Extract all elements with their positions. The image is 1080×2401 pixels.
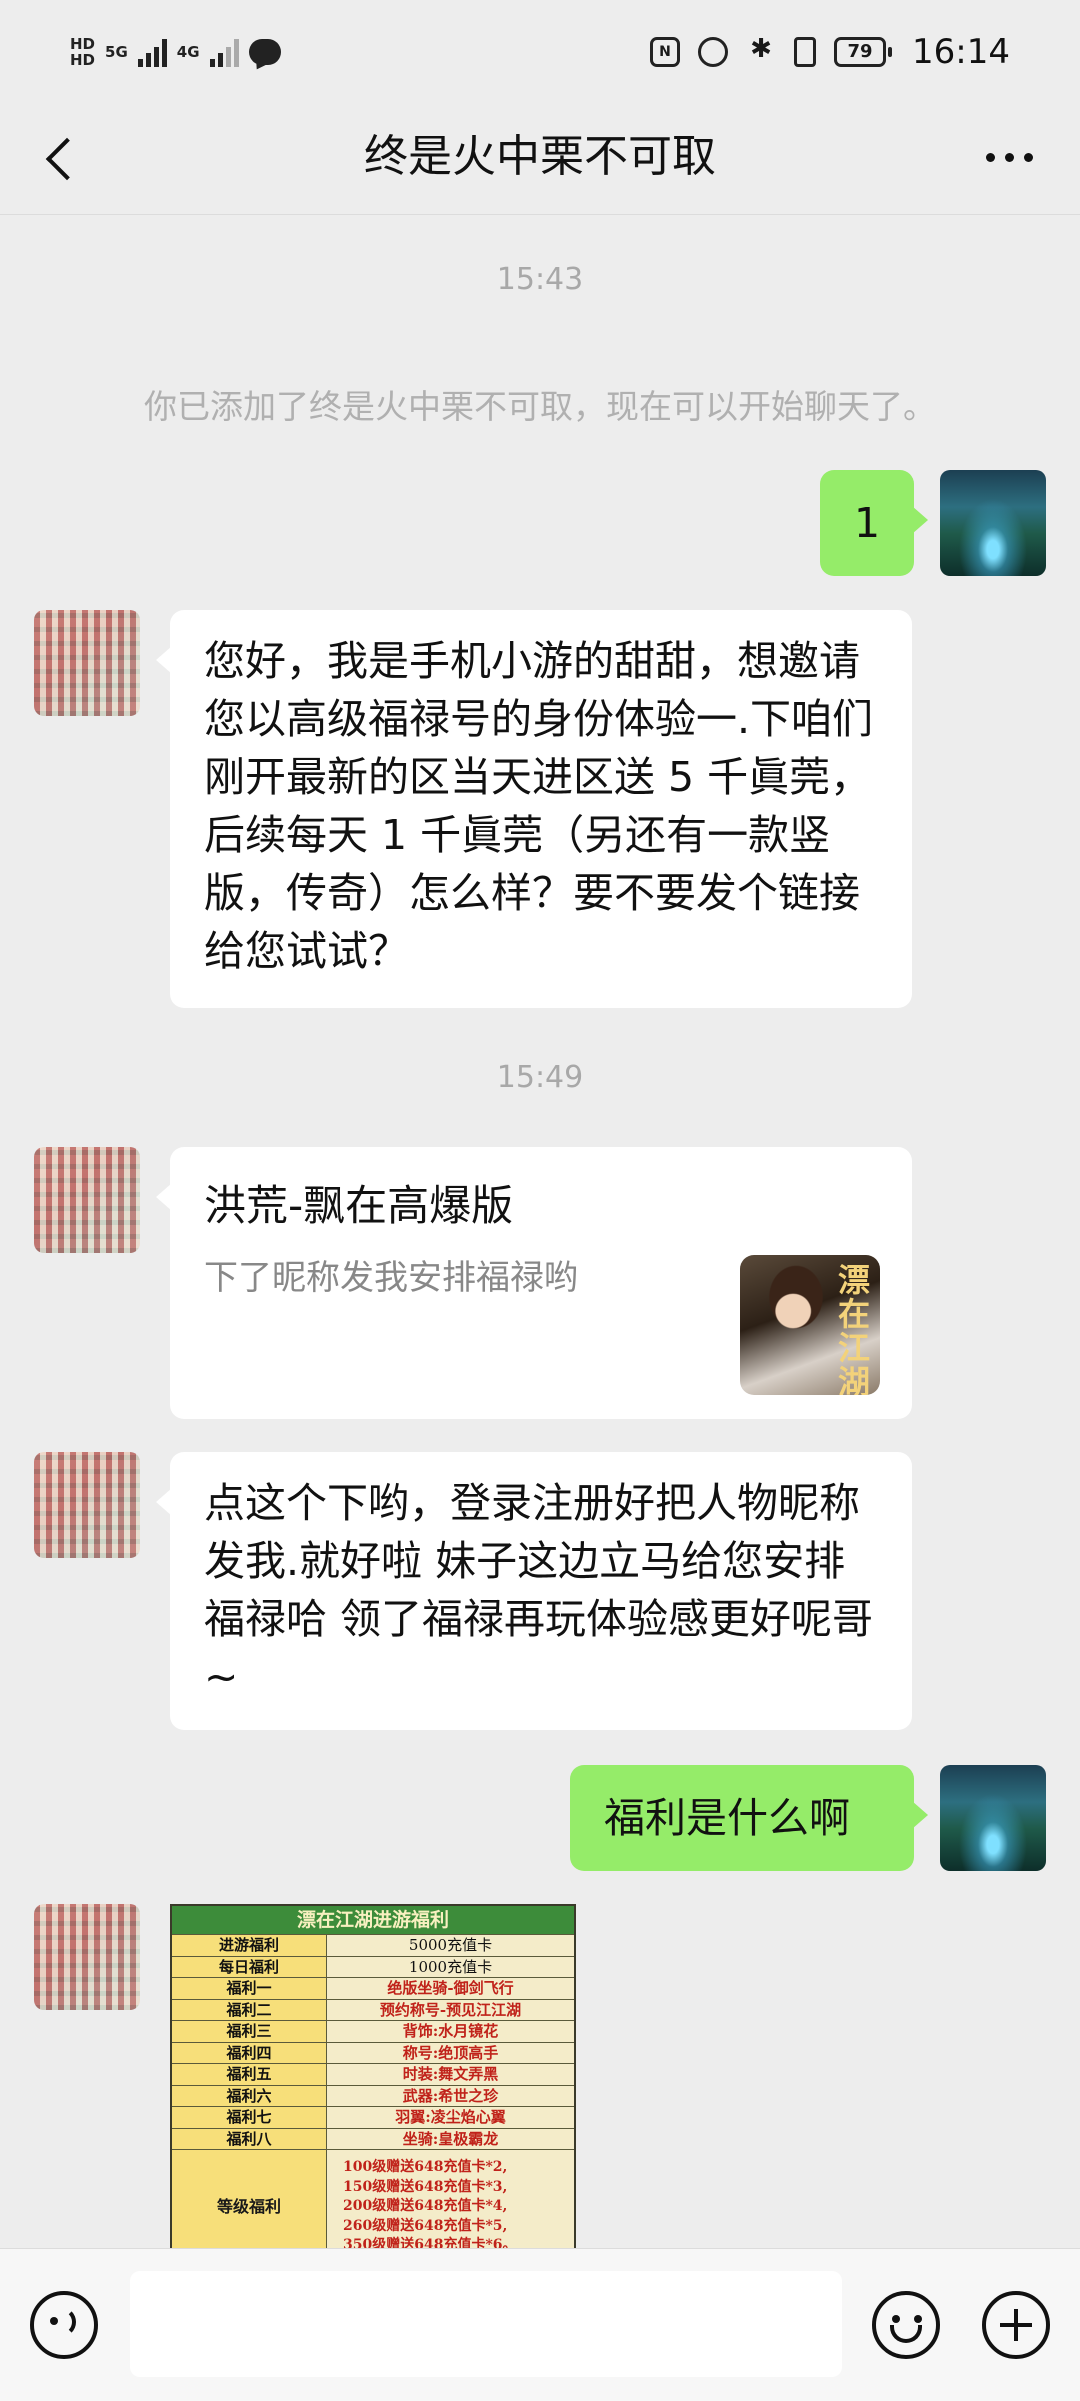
table-row: 福利二 预约称号-预见江江湖 xyxy=(172,1998,574,2020)
network-5g-label: 5G xyxy=(105,43,128,61)
my-avatar[interactable] xyxy=(940,470,1046,576)
vibrate-icon xyxy=(794,37,817,67)
signal-icon-2 xyxy=(209,37,239,67)
emoji-icon[interactable] xyxy=(872,2291,940,2359)
message-bubble-received[interactable]: 点这个下哟，登录注册好把人物昵称发我.就好啦 妹子这边立马给您安排福禄哈 领了福… xyxy=(156,1452,912,1730)
chat-title: 终是火中栗不可取 xyxy=(364,131,716,182)
table-row-level: 等级福利 100级赠送648充值卡*2, 150级赠送648充值卡*3, 200… xyxy=(172,2149,574,2248)
table-row: 福利五 时装:舞文弄黑 xyxy=(172,2063,574,2085)
message-notification-icon xyxy=(248,39,281,65)
row-label: 福利三 xyxy=(172,2021,327,2042)
network-4g-label: 4G xyxy=(176,43,200,61)
row-value: 称号:绝顶高手 xyxy=(402,2043,499,2062)
table-row: 福利一 绝版坐骑-御剑飞行 xyxy=(172,1977,574,1999)
message-bubble-received[interactable]: 您好，我是手机小游的甜甜，想邀请您以高级福禄号的身份体验一.下咱们刚开最新的区当… xyxy=(156,610,912,1008)
message-bubble-sent[interactable]: 福利是什么啊 xyxy=(570,1765,928,1871)
contact-avatar[interactable] xyxy=(34,1452,140,1558)
row-value: 坐骑:皇极霸龙 xyxy=(402,2129,499,2148)
table-row: 福利四 称号:绝顶高手 xyxy=(172,2041,574,2063)
timestamp: 15:43 xyxy=(496,262,584,297)
status-time: 16:14 xyxy=(912,32,1010,72)
level-line: 100级赠送648充值卡*2, xyxy=(343,2159,508,2175)
table-row: 福利三 背饰:水月镜花 xyxy=(172,2020,574,2042)
row-label: 福利一 xyxy=(172,1978,327,1999)
message-text: 福利是什么啊 xyxy=(604,1794,850,1842)
alarm-icon xyxy=(698,37,729,67)
table-row: 福利七 羽翼:凌尘焰心翼 xyxy=(172,2106,574,2128)
more-options-button[interactable] xyxy=(964,122,1054,192)
row-value: 时装:舞文弄黑 xyxy=(402,2065,499,2083)
row-label: 福利四 xyxy=(172,2042,327,2063)
more-dot-icon xyxy=(1004,152,1014,162)
row-label: 福利八 xyxy=(172,2128,327,2149)
level-line: 150级赠送648充值卡*3, xyxy=(343,2178,508,2195)
message-text: 1 xyxy=(853,499,881,547)
message-input[interactable] xyxy=(130,2271,842,2377)
input-bar xyxy=(0,2248,1080,2401)
row-value: 预约称号-预见江江湖 xyxy=(379,2000,522,2019)
system-message: 你已添加了终是火中栗不可取，现在可以开始聊天了。 xyxy=(144,387,936,426)
row-value: 5000充值卡 xyxy=(408,1936,493,1954)
signal-icon xyxy=(137,37,167,67)
table-row: 进游福利 5000充值卡 xyxy=(172,1934,574,1956)
bluetooth-icon: ✱ xyxy=(750,34,772,64)
status-bar: HD HD 5G 4G N ✱ 79 16:14 xyxy=(0,0,1080,100)
status-left: HD HD 5G 4G xyxy=(70,28,281,76)
row-label: 福利五 xyxy=(172,2064,327,2085)
message-bubble-sent[interactable]: 1 xyxy=(820,470,928,576)
my-avatar[interactable] xyxy=(940,1765,1046,1871)
contact-avatar[interactable] xyxy=(34,1147,140,1253)
voice-input-icon[interactable] xyxy=(30,2291,98,2359)
row-value: 羽翼:凌尘焰心翼 xyxy=(395,2108,506,2126)
more-dot-icon xyxy=(1023,152,1033,162)
network-labels: HD HD xyxy=(70,36,95,68)
game-thumbnail: 漂在江湖 xyxy=(740,1255,880,1395)
plus-icon[interactable] xyxy=(982,2291,1050,2359)
chat-header: 终是火中栗不可取 xyxy=(0,100,1080,215)
row-label: 进游福利 xyxy=(172,1935,327,1956)
battery-icon: 79 xyxy=(834,37,893,67)
row-value: 绝版坐骑-御剑飞行 xyxy=(387,1979,514,1997)
table-row: 福利六 武器:希世之珍 xyxy=(172,2084,574,2106)
nfc-icon: N xyxy=(650,37,681,67)
welfare-table-title: 漂在江湖进游福利 xyxy=(172,1906,574,1934)
row-value: 武器:希世之珍 xyxy=(402,2086,499,2105)
mini-program-card[interactable]: 洪荒-飘在高爆版 下了昵称发我安排福禄哟 漂在江湖 xyxy=(156,1147,912,1419)
hd-label-1: HD xyxy=(70,35,96,53)
table-row: 福利八 坐骑:皇极霸龙 xyxy=(172,2127,574,2149)
card-subtitle: 下了昵称发我安排福禄哟 xyxy=(204,1258,578,1298)
row-label: 福利七 xyxy=(172,2107,327,2128)
table-row: 每日福利 1000充值卡 xyxy=(172,1955,574,1977)
level-line: 200级赠送648充值卡*4, xyxy=(343,2198,508,2214)
row-label: 福利二 xyxy=(172,1999,327,2020)
level-line: 260级赠送648充值卡*5, xyxy=(343,2217,508,2234)
level-rewards: 100级赠送648充值卡*2, 150级赠送648充值卡*3, 200级赠送64… xyxy=(327,2150,574,2248)
welfare-table-image[interactable]: 漂在江湖进游福利 进游福利 5000充值卡 每日福利 1000充值卡 福利一 绝版坐骑… xyxy=(170,1904,576,2250)
contact-avatar[interactable] xyxy=(34,610,140,716)
row-label: 等级福利 xyxy=(172,2150,327,2248)
row-label: 福利六 xyxy=(172,2085,327,2106)
row-value: 1000充值卡 xyxy=(408,1957,493,1976)
card-title: 洪荒-飘在高爆版 xyxy=(204,1181,514,1230)
hd-label-2: HD xyxy=(70,51,96,69)
message-text: 点这个下哟，登录注册好把人物昵称发我.就好啦 妹子这边立马给您安排福禄哈 领了福… xyxy=(204,1479,874,1701)
thumbnail-logo-text: 漂在江湖 xyxy=(837,1261,870,1395)
row-value: 背饰:水月镜花 xyxy=(402,2022,499,2040)
status-right: N ✱ 79 16:14 xyxy=(650,26,1010,78)
message-text: 您好，我是手机小游的甜甜，想邀请您以高级福禄号的身份体验一.下咱们刚开最新的区当… xyxy=(204,637,874,975)
contact-avatar[interactable] xyxy=(34,1904,140,2010)
more-dot-icon xyxy=(985,152,995,162)
row-label: 每日福利 xyxy=(172,1956,327,1977)
timestamp: 15:49 xyxy=(496,1060,584,1095)
